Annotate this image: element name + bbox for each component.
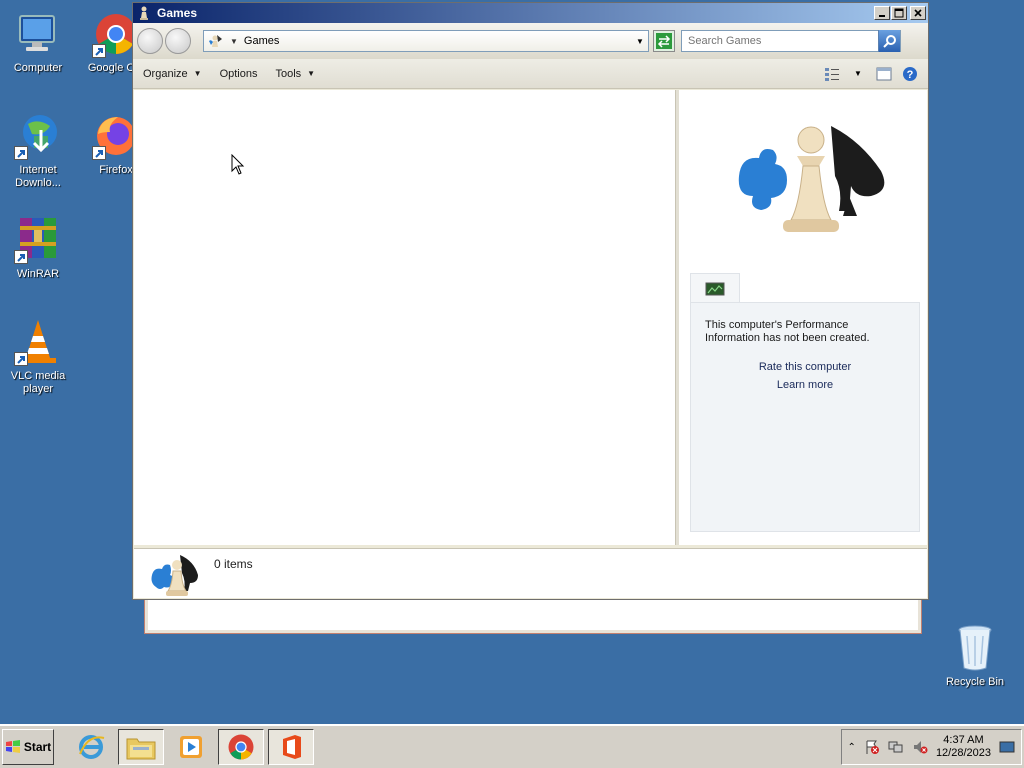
organize-label: Organize xyxy=(143,67,188,80)
computer-icon xyxy=(14,10,62,58)
maximize-icon xyxy=(894,8,904,18)
chevron-down-icon: ▼ xyxy=(307,69,316,78)
organize-menu[interactable]: Organize ▼ xyxy=(143,68,202,80)
folder-icon xyxy=(126,738,156,760)
winrar-icon xyxy=(14,216,62,264)
games-artwork-icon xyxy=(738,126,885,232)
window-title: Games xyxy=(157,6,198,20)
desktop-icon-internet-download-manager[interactable]: Internet Downlo... xyxy=(0,112,76,190)
taskbar-windows-explorer[interactable] xyxy=(118,729,164,765)
taskbar: Start ⌃ 4:37 AM 12/28/2023 xyxy=(0,724,1024,768)
performance-panel: This computer's Performance Information … xyxy=(690,302,920,532)
recycle-bin-icon xyxy=(958,625,992,671)
search-button[interactable] xyxy=(878,30,900,52)
performance-chart-icon xyxy=(705,282,725,295)
views-icon xyxy=(825,67,839,81)
preview-pane: This computer's Performance Information … xyxy=(679,90,927,545)
system-tray: ⌃ 4:37 AM 12/28/2023 xyxy=(840,729,1022,765)
taskbar-microsoft-office[interactable] xyxy=(268,729,314,765)
background-window[interactable] xyxy=(144,596,922,634)
desktop-icon-vlc[interactable]: VLC media player xyxy=(0,318,76,396)
svg-text:?: ? xyxy=(907,69,914,81)
show-hidden-icons-button[interactable]: ⌃ xyxy=(848,742,856,753)
start-button[interactable]: Start xyxy=(2,729,54,765)
volume-muted-icon[interactable] xyxy=(912,739,928,755)
clock-time: 4:37 AM xyxy=(943,734,984,746)
rate-computer-link[interactable]: Rate this computer xyxy=(705,361,905,373)
games-explorer-window: Games ▼ Games ▼ Search Games Organize ▼ … xyxy=(132,2,929,600)
shortcut-arrow-icon xyxy=(14,352,28,366)
games-folder-icon xyxy=(151,555,198,596)
search-icon xyxy=(882,35,896,48)
shortcut-arrow-icon xyxy=(14,250,28,264)
desktop-icon-label: Recycle Bin xyxy=(945,676,1005,688)
desktop-icon-label: VLC media player xyxy=(10,370,66,395)
tools-label: Tools xyxy=(275,67,302,80)
office-icon xyxy=(283,735,301,759)
title-bar[interactable]: Games xyxy=(133,3,928,23)
details-pane: 0 items xyxy=(134,548,927,598)
maximize-button[interactable] xyxy=(891,6,907,20)
tools-menu[interactable]: Tools ▼ xyxy=(275,68,315,80)
options-label: Options xyxy=(219,67,258,80)
desktop-icon-recycle-bin[interactable]: Recycle Bin xyxy=(940,622,1010,688)
minimize-icon xyxy=(879,15,885,17)
games-folder-icon xyxy=(209,35,222,47)
refresh-icon xyxy=(656,33,672,49)
desktop-icon-computer[interactable]: Computer xyxy=(0,10,76,75)
breadcrumb-caret-icon[interactable]: ▼ xyxy=(230,37,238,46)
forward-button[interactable] xyxy=(165,28,191,54)
windows-flag-icon xyxy=(5,740,20,753)
views-dropdown-icon[interactable]: ▼ xyxy=(850,66,866,82)
mouse-cursor-icon xyxy=(231,154,245,175)
desktop-icon-label: Computer xyxy=(13,62,63,74)
search-input[interactable] xyxy=(682,31,878,51)
preview-pane-button[interactable] xyxy=(876,66,892,82)
taskbar-google-chrome[interactable] xyxy=(218,729,264,765)
desktop-icon-label: WinRAR xyxy=(16,268,60,280)
desktop-icon-label: Internet Downlo... xyxy=(15,164,61,189)
taskbar-internet-explorer[interactable] xyxy=(68,729,114,765)
item-count: 0 items xyxy=(214,557,253,571)
performance-info-text: This computer's Performance Information … xyxy=(705,319,870,344)
address-bar[interactable]: ▼ Games ▼ xyxy=(203,30,649,52)
desktop-icon-winrar[interactable]: WinRAR xyxy=(0,216,76,281)
file-list-pane[interactable] xyxy=(134,90,675,545)
command-toolbar: Organize ▼ Options Tools ▼ ▼ ? xyxy=(133,59,928,89)
network-icon[interactable] xyxy=(888,739,904,755)
refresh-button[interactable] xyxy=(653,30,675,52)
options-menu[interactable]: Options xyxy=(220,68,258,80)
preview-pane-icon xyxy=(876,67,892,80)
help-icon: ? xyxy=(903,66,917,81)
navigation-bar: ▼ Games ▼ xyxy=(133,23,928,59)
shortcut-arrow-icon xyxy=(92,44,106,58)
address-text: Games xyxy=(243,35,280,47)
pawn-icon xyxy=(140,6,148,20)
search-box xyxy=(681,30,901,52)
clock-date: 12/28/2023 xyxy=(935,747,991,759)
start-label: Start xyxy=(23,740,52,754)
help-button[interactable]: ? xyxy=(902,66,918,82)
chevron-down-icon: ▼ xyxy=(193,69,202,78)
vlc-cone-icon xyxy=(14,318,62,366)
performance-tab[interactable] xyxy=(690,273,740,303)
action-center-flag-icon[interactable] xyxy=(864,739,880,755)
internet-explorer-icon xyxy=(79,735,105,759)
content-area: This computer's Performance Information … xyxy=(134,90,927,545)
globe-download-icon xyxy=(14,112,62,160)
views-button[interactable] xyxy=(824,66,840,82)
clock[interactable]: 4:37 AM 12/28/2023 xyxy=(936,734,991,760)
shortcut-arrow-icon xyxy=(14,146,28,160)
back-button[interactable] xyxy=(137,28,163,54)
close-button[interactable] xyxy=(910,6,926,20)
minimize-button[interactable] xyxy=(874,6,890,20)
learn-more-link[interactable]: Learn more xyxy=(705,379,905,391)
address-dropdown-icon[interactable]: ▼ xyxy=(632,37,648,46)
shortcut-arrow-icon xyxy=(92,146,106,160)
close-icon xyxy=(914,9,922,17)
taskbar-media-player[interactable] xyxy=(168,729,214,765)
show-desktop-icon[interactable] xyxy=(999,739,1015,755)
media-player-icon xyxy=(180,736,202,758)
chrome-icon xyxy=(228,734,254,760)
